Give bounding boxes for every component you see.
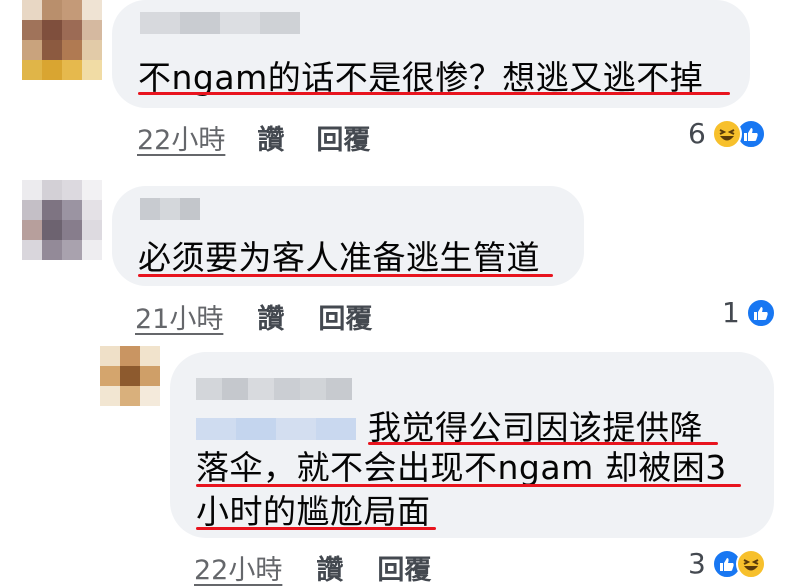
reply-button[interactable]: 回覆 [316,118,370,157]
commenter-name[interactable] [140,198,200,220]
timestamp-link[interactable]: 22小時 [137,118,225,157]
timestamp-link[interactable]: 22小時 [194,548,282,587]
avatar[interactable] [100,346,160,406]
timestamp-link[interactable]: 21小時 [135,297,223,336]
annotation-underline [196,484,741,487]
comment-actions: 22小時 讚 回覆 [137,118,370,157]
like-button[interactable]: 讚 [316,548,343,587]
annotation-underline [368,442,718,445]
reaction-summary[interactable]: 3 [688,547,766,580]
reply-button[interactable]: 回覆 [377,548,431,587]
annotation-underline [196,527,436,530]
comment-actions: 21小時 讚 回覆 [135,297,372,336]
commenter-name[interactable] [140,12,300,34]
avatar[interactable] [22,180,102,260]
avatar[interactable] [22,0,102,80]
like-button[interactable]: 讚 [257,118,284,157]
reaction-count: 1 [722,296,740,329]
annotation-underline [138,92,730,95]
reply-button[interactable]: 回覆 [318,297,372,336]
like-button[interactable]: 讚 [257,297,284,336]
commenter-name[interactable] [196,378,352,400]
haha-icon [735,548,766,579]
comment-actions: 22小時 讚 回覆 [194,548,431,587]
haha-icon [711,118,742,149]
like-icon [745,297,776,328]
reaction-count: 3 [688,547,706,580]
reaction-summary[interactable]: 6 [688,117,766,150]
reaction-summary[interactable]: 1 [722,296,776,329]
mentioned-user-tag[interactable] [196,418,356,440]
reaction-count: 6 [688,117,706,150]
annotation-underline [138,274,553,277]
